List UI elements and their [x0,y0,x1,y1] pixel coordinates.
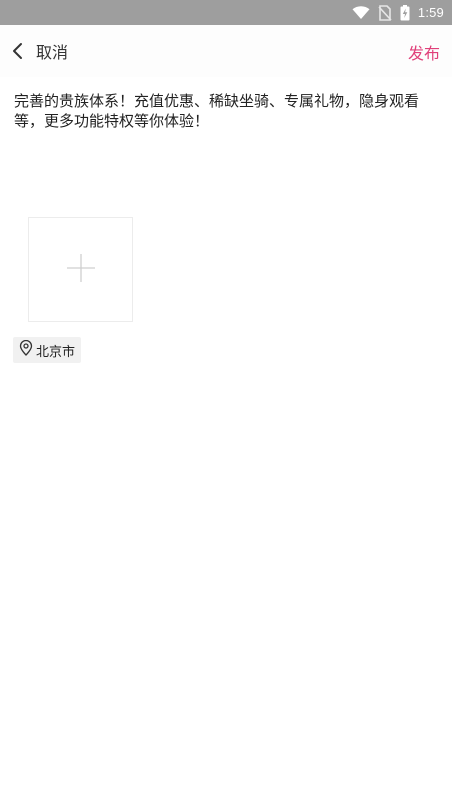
post-text[interactable]: 完善的贵族体系！充值优惠、稀缺坐骑、专属礼物，隐身观看等，更多功能特权等你体验！ [14,91,438,131]
status-bar: 1:59 [0,0,452,25]
chevron-left-icon [10,40,28,62]
publish-button[interactable]: 发布 [408,40,440,64]
plus-icon [66,253,96,287]
location-label: 北京市 [36,344,76,360]
battery-charging-icon [400,4,410,21]
no-sim-icon [378,4,392,21]
location-tag[interactable]: 北京市 [13,337,82,363]
location-pin-icon [19,339,33,360]
status-time: 1:59 [417,5,444,20]
wifi-icon [352,5,370,20]
top-navigation-bar: 取消 发布 [0,25,452,77]
add-photo-button[interactable] [28,217,133,322]
cancel-button[interactable]: 取消 [10,39,68,63]
cancel-label: 取消 [36,43,69,62]
